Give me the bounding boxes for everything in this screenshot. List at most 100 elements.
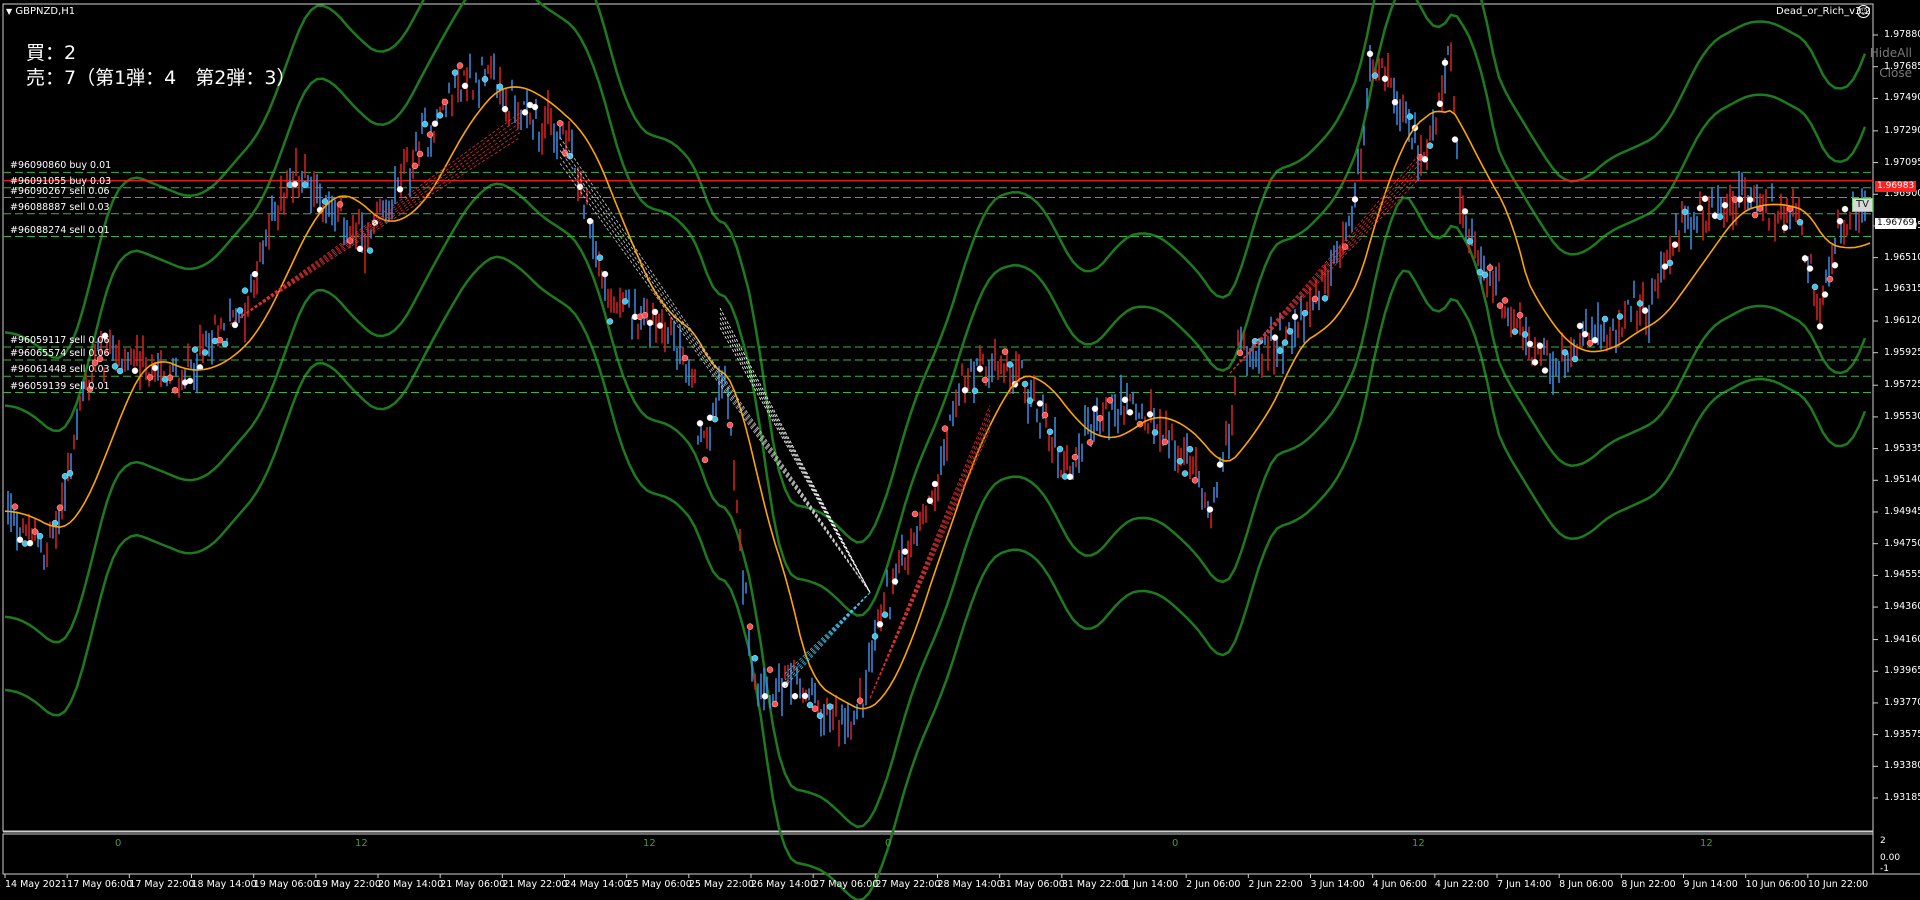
signal-marker — [1561, 349, 1569, 356]
signal-marker — [51, 519, 59, 527]
signal-marker — [751, 655, 759, 662]
price-axis-label: 1.97490 — [1884, 92, 1920, 104]
order-label[interactable]: #96061448 sell 0.03 — [10, 364, 110, 375]
signal-marker — [1366, 50, 1374, 58]
signal-marker — [201, 349, 209, 356]
order-label[interactable]: #96090267 sell 0.06 — [10, 186, 110, 197]
signal-marker — [1371, 72, 1379, 79]
signal-marker — [191, 346, 199, 353]
signal-marker — [501, 105, 509, 113]
price-axis-label: 1.95925 — [1884, 346, 1920, 358]
signal-marker — [1066, 473, 1074, 481]
subwindow-frame — [2, 833, 1874, 875]
time-axis-label: 8 Jun 06:00 — [1559, 879, 1614, 890]
trade-connector — [229, 122, 521, 325]
signal-marker — [576, 183, 584, 191]
signal-marker — [856, 697, 864, 704]
signal-marker — [766, 666, 774, 673]
trade-connector — [559, 156, 871, 593]
chart-window[interactable]: ▼ GBPNZD,H1 Dead_or_Rich_v3.2 ☺ 買：2 売：7（… — [0, 0, 1920, 900]
window-title[interactable]: ▼ GBPNZD,H1 — [6, 6, 75, 17]
price-axis-label: 1.95530 — [1884, 410, 1920, 422]
signal-marker — [596, 254, 604, 261]
smiley-icon[interactable]: ☺ — [1857, 5, 1870, 18]
price-axis-label: 1.94555 — [1884, 569, 1920, 581]
signal-marker — [1516, 312, 1524, 319]
signal-marker — [1036, 400, 1044, 407]
signal-marker — [976, 365, 984, 373]
time-axis-label: 10 Jun 22:00 — [1807, 879, 1869, 890]
time-axis-label: 3 Jun 14:00 — [1310, 879, 1365, 890]
signal-marker — [236, 307, 244, 314]
signal-marker — [1671, 241, 1679, 248]
signal-marker — [521, 109, 529, 116]
bid-price-tag: 1.96769 — [1875, 218, 1917, 229]
price-axis-label: 1.96315 — [1884, 283, 1920, 295]
subwindow-axis-label: 2 — [1880, 836, 1886, 846]
price-axis-label: 1.93575 — [1884, 728, 1920, 740]
signal-marker — [1716, 213, 1724, 221]
time-axis-label: 7 Jun 14:00 — [1497, 879, 1552, 890]
signal-marker — [1206, 506, 1214, 513]
price-axis-label: 1.95725 — [1884, 379, 1920, 391]
order-label[interactable]: #96059139 sell 0.01 — [10, 381, 110, 392]
price-axis-label: 1.93185 — [1884, 792, 1920, 803]
signal-marker — [146, 374, 154, 381]
signal-marker — [1301, 309, 1309, 317]
signal-marker — [1216, 461, 1224, 468]
trade-connector — [229, 137, 521, 325]
signal-marker — [1106, 397, 1114, 404]
order-label[interactable]: #96059117 sell 0.06 — [10, 335, 110, 346]
signal-marker — [1736, 196, 1744, 203]
signal-marker — [36, 532, 44, 540]
signal-marker — [1781, 224, 1789, 231]
signal-marker — [1496, 302, 1504, 309]
order-label[interactable]: #96088274 sell 0.01 — [10, 225, 110, 236]
signal-marker — [1641, 307, 1649, 314]
signal-marker — [1501, 297, 1509, 304]
signal-marker — [701, 456, 709, 464]
price-axis-label: 1.96120 — [1884, 315, 1920, 327]
trade-connector — [1229, 172, 1421, 374]
order-label[interactable]: #96090860 buy 0.01 — [10, 160, 111, 171]
signal-marker — [1831, 262, 1839, 269]
upper-band-inner — [4, 0, 1867, 617]
signal-marker — [1696, 204, 1704, 212]
signal-marker — [396, 186, 404, 193]
signal-marker — [1581, 330, 1589, 338]
price-axis-label: 1.93770 — [1884, 696, 1920, 708]
signal-marker — [131, 367, 139, 374]
signal-marker — [961, 386, 969, 394]
subwindow-hour-label: 0 — [885, 838, 892, 849]
time-axis-label: 4 Jun 22:00 — [1434, 879, 1490, 890]
signal-marker — [556, 120, 564, 127]
signal-marker — [1441, 59, 1449, 66]
signal-marker — [291, 180, 299, 188]
price-chart-area[interactable] — [0, 0, 1920, 900]
signal-marker — [1836, 217, 1844, 225]
signal-marker — [941, 425, 949, 432]
ask-price-tag: 1.96983 — [1875, 181, 1917, 192]
signal-marker — [1801, 255, 1809, 262]
signal-marker — [1636, 300, 1644, 307]
signal-marker — [16, 536, 24, 544]
price-axis-label: 1.95140 — [1884, 474, 1920, 486]
signal-marker — [1701, 195, 1709, 203]
signal-marker — [461, 82, 469, 90]
time-axis-label: 21 May 06:00 — [440, 879, 506, 890]
signal-marker — [1311, 295, 1319, 303]
signal-marker — [761, 693, 769, 700]
time-axis-label: 1 Jun 14:00 — [1124, 879, 1179, 890]
price-axis-label: 1.93380 — [1884, 760, 1920, 772]
signal-marker — [1541, 367, 1549, 374]
signal-marker — [1841, 205, 1849, 213]
order-label[interactable]: #96088887 sell 0.03 — [10, 202, 110, 213]
price-axis-label: 1.93965 — [1884, 665, 1920, 677]
signal-marker — [186, 377, 194, 385]
order-label[interactable]: #96065574 sell 0.06 — [10, 348, 110, 359]
signal-marker — [1576, 322, 1584, 330]
hide-all-button[interactable]: HideAll — [1870, 46, 1912, 60]
signal-marker — [711, 415, 719, 423]
tv-badge[interactable]: TV — [1852, 198, 1873, 212]
triangle-down-icon[interactable]: ▼ — [6, 7, 12, 16]
